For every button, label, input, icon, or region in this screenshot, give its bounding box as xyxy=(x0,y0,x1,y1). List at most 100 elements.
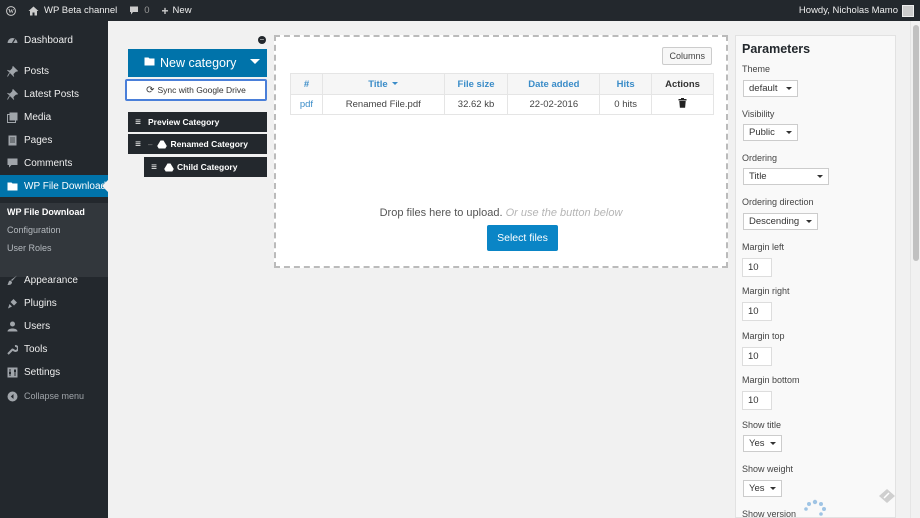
menu-label: Comments xyxy=(24,157,73,169)
svg-text:W: W xyxy=(8,9,14,15)
new-category-button[interactable]: New category xyxy=(128,49,267,77)
parameters-title: Parameters xyxy=(742,42,811,56)
show-weight-select[interactable]: Yes xyxy=(743,480,782,497)
margin-left-input[interactable]: 10 xyxy=(742,258,772,277)
category-row[interactable]: ≡ Preview Category xyxy=(128,112,267,132)
menu-item-tools[interactable]: Tools xyxy=(0,338,108,360)
trash-icon[interactable] xyxy=(678,98,687,108)
file-dropzone[interactable]: Columns # Title File size Date added Hit… xyxy=(274,35,728,268)
visibility-select[interactable]: Public xyxy=(743,124,798,141)
drop-text: Drop files here to upload. xyxy=(379,207,503,219)
menu-label: Media xyxy=(24,111,52,123)
column-header-hits[interactable]: Hits xyxy=(599,73,653,95)
comment-icon xyxy=(130,6,139,15)
menu-item-pages[interactable]: Pages xyxy=(0,129,108,151)
menu-label: Posts xyxy=(24,65,50,77)
file-hits: 0 hits xyxy=(599,94,653,115)
menu-item-plugins[interactable]: Plugins xyxy=(0,292,108,314)
menu-label: WP File Download xyxy=(24,180,107,192)
file-title[interactable]: Renamed File.pdf xyxy=(321,94,445,115)
select-value: Title xyxy=(749,171,767,182)
chevron-down-icon xyxy=(786,131,792,137)
scrollbar-thumb[interactable] xyxy=(913,25,919,261)
expand-icon[interactable]: – xyxy=(148,140,152,149)
plug-icon xyxy=(0,298,24,309)
margin-right-label: Margin right xyxy=(742,286,790,296)
table-row[interactable]: pdf Renamed File.pdf 32.62 kb 22-02-2016… xyxy=(290,94,714,115)
new-label: New xyxy=(172,5,192,16)
site-name-link[interactable]: WP Beta channel xyxy=(22,0,123,21)
category-row[interactable]: ≡ Child Category xyxy=(144,157,267,177)
menu-item-posts[interactable]: Posts xyxy=(0,60,108,82)
google-drive-icon xyxy=(164,163,174,171)
submenu-item-user-roles[interactable]: User Roles xyxy=(7,243,52,253)
margin-left-label: Margin left xyxy=(742,242,785,252)
margin-bottom-input[interactable]: 10 xyxy=(742,391,772,410)
category-label: Preview Category xyxy=(148,117,220,127)
wordpress-logo-icon[interactable]: W xyxy=(0,0,22,21)
collapse-menu-button[interactable]: Collapse menu xyxy=(0,385,108,407)
edit-icon xyxy=(879,489,895,503)
dashboard-icon xyxy=(0,35,24,46)
columns-button[interactable]: Columns xyxy=(662,47,712,65)
column-header-actions: Actions xyxy=(651,73,714,95)
page-scrollbar[interactable] xyxy=(910,21,920,518)
file-ext: pdf xyxy=(290,94,323,115)
drag-handle-icon[interactable]: ≡ xyxy=(128,117,148,128)
drag-handle-icon[interactable]: ≡ xyxy=(144,162,164,173)
select-files-button[interactable]: Select files xyxy=(487,225,558,251)
account-menu[interactable]: Howdy, Nicholas Mamo xyxy=(799,0,914,21)
brush-icon xyxy=(0,275,24,286)
column-header-label: Title xyxy=(368,78,388,90)
menu-item-latest-posts[interactable]: Latest Posts xyxy=(0,83,108,105)
margin-top-input[interactable]: 10 xyxy=(742,347,772,366)
menu-item-users[interactable]: Users xyxy=(0,315,108,337)
avatar xyxy=(902,4,914,17)
ordering-direction-select[interactable]: Descending xyxy=(743,213,818,230)
loading-spinner-icon xyxy=(804,499,826,516)
menu-label: Settings xyxy=(24,366,61,378)
drop-instructions: Drop files here to upload. Or use the bu… xyxy=(276,207,726,219)
chevron-down-icon xyxy=(770,487,776,493)
theme-select[interactable]: default xyxy=(743,80,798,97)
pages-icon xyxy=(0,135,24,146)
menu-item-appearance[interactable]: Appearance xyxy=(0,269,108,291)
comments-link[interactable]: 0 xyxy=(123,0,155,21)
column-header-date[interactable]: Date added xyxy=(507,73,601,95)
menu-label: Appearance xyxy=(24,274,78,286)
submenu-item-wp-file-download[interactable]: WP File Download xyxy=(7,207,85,217)
media-icon xyxy=(0,112,24,123)
show-title-select[interactable]: Yes xyxy=(743,435,782,452)
column-header-title[interactable]: Title xyxy=(321,73,445,95)
collapse-categories-icon[interactable]: – xyxy=(258,36,266,44)
show-version-label: Show version xyxy=(742,509,797,518)
margin-right-input[interactable]: 10 xyxy=(742,302,772,321)
collapse-arrow-icon xyxy=(0,391,24,402)
margin-top-label: Margin top xyxy=(742,331,785,341)
menu-label: Plugins xyxy=(24,297,57,309)
menu-item-settings[interactable]: Settings xyxy=(0,361,108,383)
category-row[interactable]: ≡ – Renamed Category xyxy=(128,134,267,154)
menu-label: Dashboard xyxy=(24,34,73,46)
column-header-ext[interactable]: # xyxy=(290,73,323,95)
submenu-item-configuration[interactable]: Configuration xyxy=(7,225,61,235)
sync-google-drive-button[interactable]: ⟳ Sync with Google Drive xyxy=(125,79,267,101)
folder-icon xyxy=(144,57,155,69)
select-value: Descending xyxy=(749,216,800,227)
howdy-text: Howdy, Nicholas Mamo xyxy=(798,5,898,16)
new-content-link[interactable]: + New xyxy=(156,0,198,21)
drag-handle-icon[interactable]: ≡ xyxy=(128,139,148,150)
column-header-size[interactable]: File size xyxy=(443,73,509,95)
user-icon xyxy=(0,321,24,332)
show-weight-label: Show weight xyxy=(742,464,794,474)
new-category-label: New category xyxy=(160,56,237,70)
menu-item-media[interactable]: Media xyxy=(0,106,108,128)
menu-item-wp-file-download[interactable]: WP File Download xyxy=(0,175,108,197)
ordering-select[interactable]: Title xyxy=(743,168,829,185)
menu-item-dashboard[interactable]: Dashboard xyxy=(0,29,108,51)
select-value: Yes xyxy=(749,438,765,449)
chevron-down-icon xyxy=(786,87,792,93)
theme-label: Theme xyxy=(742,64,771,74)
menu-item-comments[interactable]: Comments xyxy=(0,152,108,174)
home-icon xyxy=(28,6,39,15)
